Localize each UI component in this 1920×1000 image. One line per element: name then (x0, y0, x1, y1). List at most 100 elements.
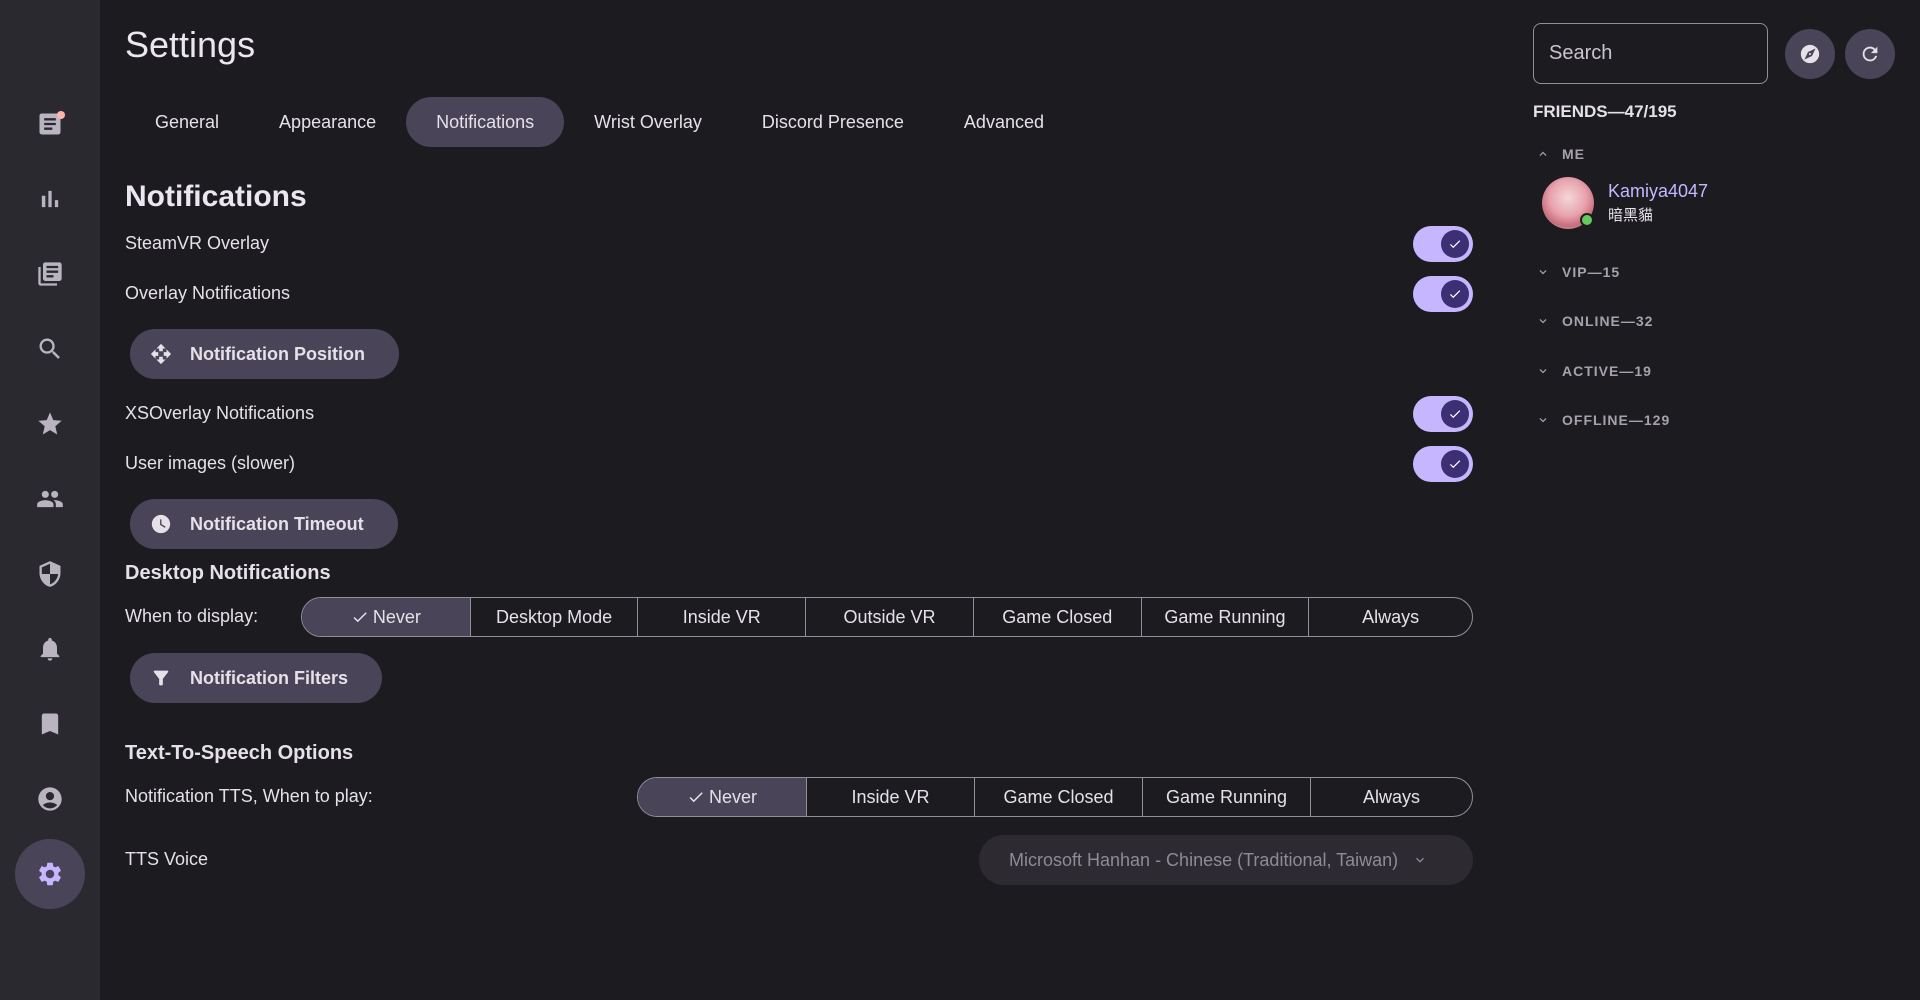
option-label: Game Closed (1002, 606, 1113, 627)
tts-voice-label: TTS Voice (125, 849, 209, 869)
group-active-header[interactable]: ACTIVE—19 (1536, 363, 1652, 379)
online-status-dot (1580, 213, 1594, 227)
bell-icon (40, 637, 60, 661)
settings-tabs: General Appearance Notifications Wrist O… (125, 97, 1074, 147)
user-images-toggle[interactable] (1413, 446, 1473, 482)
account-icon (38, 787, 62, 811)
friends-sidebar: FRIENDS—47/195 ME Kamiya4047 暗黑貓 VIP—15 … (1532, 0, 1920, 1000)
option-label: Inside VR (851, 786, 930, 807)
explore-button[interactable] (1785, 29, 1835, 79)
desktop-option-game-running[interactable]: Game Running (1140, 598, 1309, 636)
notification-filters-button[interactable]: Notification Filters (130, 653, 383, 703)
option-label: Never (372, 606, 421, 627)
desktop-display-selector: Never Desktop Mode Inside VR Outside VR … (301, 597, 1473, 637)
search-input[interactable] (1533, 23, 1768, 84)
desktop-option-always[interactable]: Always (1308, 598, 1472, 636)
check-icon (353, 612, 367, 623)
chevron-down-icon (1539, 270, 1547, 275)
tts-option-inside-vr[interactable]: Inside VR (806, 778, 974, 816)
nav-notifications[interactable] (15, 614, 85, 684)
friend-status-text: 暗黑貓 (1608, 206, 1654, 224)
option-label: Game Running (1165, 786, 1288, 807)
desktop-option-desktop-mode[interactable]: Desktop Mode (469, 598, 638, 636)
game-log-icon (38, 262, 62, 286)
option-label: Desktop Mode (496, 606, 613, 627)
tts-voice-select[interactable]: Microsoft Hanhan - Chinese (Traditional,… (979, 835, 1473, 885)
toggle-knob (1441, 280, 1469, 308)
notification-timeout-label: Notification Timeout (190, 513, 364, 534)
group-vip-header[interactable]: VIP—15 (1536, 264, 1620, 280)
page-title: Settings (125, 24, 256, 65)
desktop-notifications-heading: Desktop Notifications (125, 562, 331, 584)
chevron-up-icon (1539, 151, 1547, 156)
chevron-down-icon (1539, 319, 1547, 324)
friend-item[interactable]: Kamiya4047 暗黑貓 (1542, 177, 1708, 229)
nav-game-log[interactable] (15, 239, 85, 309)
search-icon (39, 338, 60, 359)
check-icon (689, 792, 703, 803)
group-label: ONLINE—32 (1562, 313, 1654, 329)
nav-favorites[interactable] (15, 389, 85, 459)
check-icon (1449, 410, 1461, 419)
group-me-header[interactable]: ME (1536, 146, 1585, 162)
xsoverlay-notifications-toggle[interactable] (1413, 396, 1473, 432)
tab-discord-presence[interactable]: Discord Presence (732, 97, 934, 147)
nav-charts[interactable] (15, 164, 85, 234)
notification-position-button[interactable]: Notification Position (130, 329, 399, 379)
tts-option-never[interactable]: Never (638, 778, 806, 816)
avatar (1542, 177, 1594, 229)
group-offline-header[interactable]: OFFLINE—129 (1536, 412, 1670, 428)
friends-count-header: FRIENDS—47/195 (1533, 102, 1677, 121)
tab-notifications[interactable]: Notifications (406, 97, 565, 147)
nav-search[interactable] (15, 314, 85, 384)
steamvr-overlay-toggle[interactable] (1413, 226, 1473, 262)
chevron-down-icon (1539, 418, 1547, 423)
overlay-notifications-toggle[interactable] (1413, 276, 1473, 312)
settings-icon (39, 862, 61, 886)
notification-timeout-button[interactable]: Notification Timeout (130, 499, 398, 549)
tts-option-game-closed[interactable]: Game Closed (974, 778, 1142, 816)
tab-general[interactable]: General (125, 97, 249, 147)
option-label: Inside VR (682, 606, 761, 627)
notifications-heading: Notifications (125, 180, 307, 213)
desktop-option-outside-vr[interactable]: Outside VR (805, 598, 973, 636)
check-icon (1449, 460, 1461, 469)
nav-rail (0, 0, 100, 1000)
option-label: Outside VR (843, 606, 936, 627)
option-label: Always (1362, 606, 1420, 627)
group-online-header[interactable]: ONLINE—32 (1536, 313, 1653, 329)
tts-option-game-running[interactable]: Game Running (1142, 778, 1310, 816)
check-icon (1449, 240, 1461, 249)
tts-option-always[interactable]: Always (1310, 778, 1472, 816)
group-label: ACTIVE—19 (1562, 363, 1652, 379)
settings-main: Settings General Appearance Notification… (125, 0, 1475, 1000)
nav-profile[interactable] (15, 764, 85, 834)
group-label: VIP—15 (1562, 264, 1621, 280)
desktop-option-inside-vr[interactable]: Inside VR (637, 598, 805, 636)
star-icon (38, 412, 62, 435)
chevron-down-icon (1539, 369, 1547, 374)
nav-bookmarks[interactable] (15, 689, 85, 759)
filter-icon (153, 670, 169, 686)
nav-friends[interactable] (15, 464, 85, 534)
desktop-when-label: When to display: (125, 606, 259, 626)
tts-heading: Text-To-Speech Options (125, 742, 354, 764)
xsoverlay-notifications-label: XSOverlay Notifications (125, 403, 315, 423)
shield-icon (39, 561, 61, 587)
refresh-button[interactable] (1845, 29, 1895, 79)
refresh-icon (1862, 46, 1878, 62)
tab-advanced[interactable]: Advanced (934, 97, 1074, 147)
nav-feed[interactable] (15, 89, 85, 159)
desktop-option-never[interactable]: Never (302, 598, 470, 636)
option-label: Game Closed (1003, 786, 1114, 807)
toggle-knob (1441, 230, 1469, 258)
notification-filters-label: Notification Filters (190, 667, 349, 688)
nav-settings[interactable] (15, 839, 85, 909)
tab-wrist-overlay[interactable]: Wrist Overlay (564, 97, 732, 147)
desktop-option-game-closed[interactable]: Game Closed (972, 598, 1141, 636)
option-label: Always (1362, 786, 1420, 807)
bookmark-icon (41, 713, 59, 735)
nav-moderation[interactable] (15, 539, 85, 609)
tab-appearance[interactable]: Appearance (249, 97, 406, 147)
toggle-knob (1441, 400, 1469, 428)
